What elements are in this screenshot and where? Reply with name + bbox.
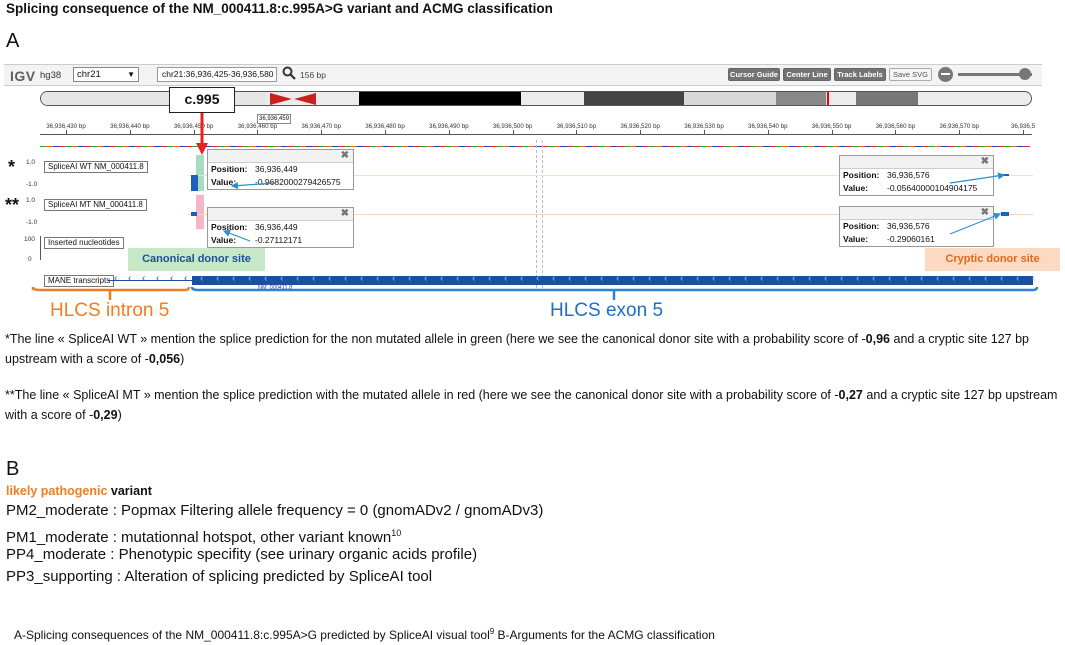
strand-chevron: ‹: [648, 273, 652, 284]
strand-chevron: ‹: [696, 273, 700, 284]
strand-chevron: ‹: [200, 273, 204, 284]
strand-chevron: ‹: [856, 273, 860, 284]
strand-chevron: ‹: [232, 273, 236, 284]
intron-line: ‹ ‹ ‹ ‹ ‹ ‹: [108, 273, 192, 284]
canonical-donor-site-box: Canonical donor site: [128, 248, 265, 271]
strand-chevron: ‹: [1000, 273, 1004, 284]
citation-superscript: 10: [391, 528, 402, 538]
figure-caption: A-Splicing consequences of the NM_000411…: [14, 627, 715, 642]
exon-label: HLCS exon 5: [550, 300, 664, 321]
strand-chevron: ‹: [296, 273, 300, 284]
caption-text: A-Splicing consequences of the NM_000411…: [14, 628, 490, 642]
strand-chevron: ‹: [1016, 273, 1020, 284]
strand-chevron: ‹: [760, 273, 764, 284]
strand-chevron: ‹: [216, 273, 220, 284]
strand-chevron: ‹: [344, 273, 348, 284]
wt-note-text: ): [180, 352, 185, 366]
strand-chevron: ‹: [984, 273, 988, 284]
strand-chevron: ‹: [600, 273, 604, 284]
strand-chevron: ‹: [248, 273, 252, 284]
wt-note-text: *The line « SpliceAI WT » mention the sp…: [5, 332, 866, 346]
strand-chevron: ‹: [328, 273, 332, 284]
strand-chevron: ‹: [808, 273, 812, 284]
strand-chevron: ‹: [616, 273, 620, 284]
strand-chevron: ‹: [664, 273, 668, 284]
strand-chevron: ‹: [904, 273, 908, 284]
strand-chevron: ‹: [312, 273, 316, 284]
criterion-line: PP4_moderate : Phenotypic specifity (see…: [6, 546, 478, 563]
wt-note-score: 0,056: [148, 352, 181, 366]
strand-chevron: ‹: [264, 273, 268, 284]
mt-note-score: 0,29: [93, 408, 118, 422]
strand-chevron: ‹: [376, 273, 380, 284]
strand-chevron: ‹: [280, 273, 284, 284]
strand-chevron: ‹: [456, 273, 460, 284]
strand-chevron: ‹: [952, 273, 956, 284]
wt-note-score: 0,96: [865, 332, 891, 346]
strand-chevron: ‹: [504, 273, 508, 284]
cryptic-donor-site-box: Cryptic donor site: [925, 248, 1060, 271]
strand-chevron: ‹: [520, 273, 524, 284]
strand-chevron: ‹: [744, 273, 748, 284]
strand-chevron: ‹: [872, 273, 876, 284]
verdict-class: likely pathogenic: [6, 484, 108, 498]
strand-chevron: ‹: [128, 273, 132, 284]
strand-chevron: ‹: [424, 273, 428, 284]
strand-chevron: ‹: [920, 273, 924, 284]
strand-chevron: ‹: [440, 273, 444, 284]
strand-chevron: ‹: [1032, 273, 1036, 284]
strand-chevron: ‹: [840, 273, 844, 284]
strand-chevron: ‹: [408, 273, 412, 284]
strand-chevron: ‹: [142, 273, 146, 284]
strand-chevron: ‹: [472, 273, 476, 284]
strand-chevron: ‹: [792, 273, 796, 284]
strand-chevron: ‹: [156, 273, 160, 284]
verdict-suffix: variant: [110, 484, 152, 498]
criterion-line: PP3_supporting : Alteration of splicing …: [6, 568, 433, 585]
strand-chevron: ‹: [114, 273, 118, 284]
wt-note: *The line « SpliceAI WT » mention the sp…: [5, 329, 1063, 369]
strand-chevron: ‹: [552, 273, 556, 284]
strand-chevron: ‹: [776, 273, 780, 284]
strand-chevron: ‹: [184, 273, 188, 284]
strand-chevron: ‹: [536, 273, 540, 284]
caption-text: B-Arguments for the ACMG classification: [494, 628, 715, 642]
strand-chevron: ‹: [936, 273, 940, 284]
strand-chevron: ‹: [488, 273, 492, 284]
strand-chevron: ‹: [170, 273, 174, 284]
strand-chevron: ‹: [360, 273, 364, 284]
strand-chevron: ‹: [392, 273, 396, 284]
mt-note-text: **The line « SpliceAI MT » mention the s…: [5, 388, 839, 402]
strand-chevron: ‹: [632, 273, 636, 284]
mt-note-text: ): [117, 408, 122, 422]
panel-b-label: B: [6, 458, 20, 480]
strand-chevron: ‹: [888, 273, 892, 284]
verdict: likely pathogenic variant: [6, 484, 152, 498]
strand-chevron: ‹: [824, 273, 828, 284]
strand-chevron: ‹: [712, 273, 716, 284]
strand-chevron: ‹: [680, 273, 684, 284]
mt-note-score: 0,27: [838, 388, 863, 402]
strand-chevron: ‹: [568, 273, 572, 284]
criterion-line: PM2_moderate : Popmax Filtering allele f…: [6, 502, 544, 519]
intron-label: HLCS intron 5: [50, 300, 170, 321]
strand-chevron: ‹: [584, 273, 588, 284]
strand-chevron: ‹: [728, 273, 732, 284]
strand-chevron: ‹: [968, 273, 972, 284]
mt-note: **The line « SpliceAI MT » mention the s…: [5, 385, 1063, 425]
